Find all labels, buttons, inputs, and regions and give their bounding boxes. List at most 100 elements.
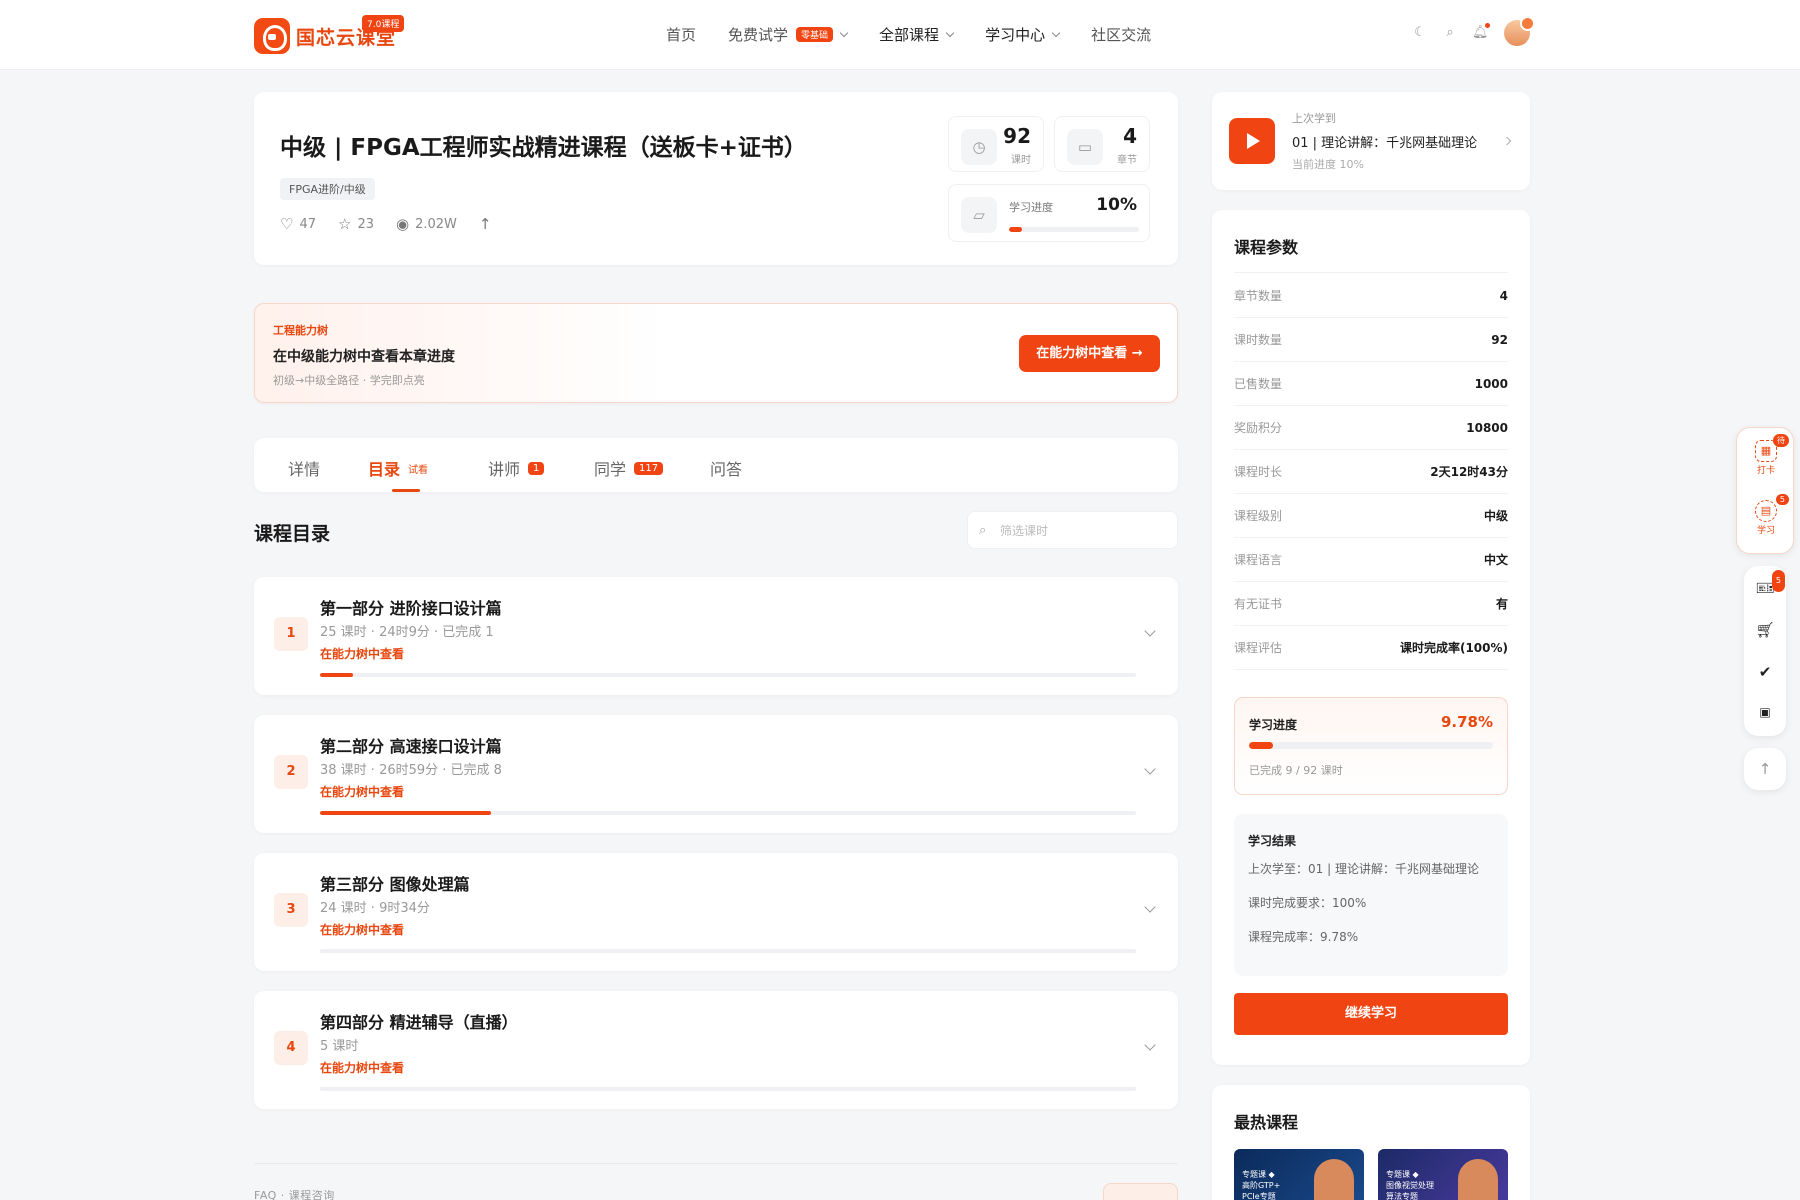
tab-instructor[interactable]: 讲师 1 — [488, 456, 545, 480]
tab-qa[interactable]: 问答 — [710, 456, 742, 480]
hot-courses-card: 最热课程 专题课 ◆ 高阶GTP+ PCIe专题 专题课 ◆ 图像视觉处理 算法… — [1212, 1085, 1530, 1200]
param-value: 92 — [1491, 332, 1508, 347]
site-logo[interactable]: 国芯云课堂 7.0课程 — [254, 15, 405, 56]
play-icon[interactable] — [1229, 118, 1275, 164]
nav-learning-center[interactable]: 学习中心 — [985, 24, 1061, 45]
moon-icon[interactable]: ☾ — [1412, 25, 1428, 41]
view-ability-tree-button[interactable]: 在能力树中查看 → — [1019, 335, 1160, 372]
chevron-down-icon — [945, 28, 955, 37]
chevron-down-icon — [839, 28, 849, 37]
chevron-down-icon[interactable] — [1144, 625, 1156, 637]
heart-icon: ♡ — [280, 215, 294, 233]
chevron-down-icon[interactable] — [1144, 763, 1156, 775]
tab-details[interactable]: 详情 — [288, 456, 320, 480]
view-ability-tree-link[interactable]: 在能力树中查看 — [320, 783, 404, 800]
lesson-filter-input[interactable] — [1000, 521, 1170, 541]
divider — [254, 1163, 1178, 1164]
last-learned-progress: 当前进度 10% — [1292, 158, 1364, 171]
param-value: 2天12时43分 — [1430, 465, 1508, 479]
param-key: 已售数量 — [1234, 377, 1283, 391]
like-button[interactable]: ♡ 47 — [280, 215, 316, 233]
param-row: 奖励积分 10800 — [1234, 406, 1508, 450]
chapter-progress-bar — [320, 1087, 1136, 1091]
hot-course-thumbnail[interactable]: 专题课 ◆ 高阶GTP+ PCIe专题 — [1234, 1149, 1364, 1200]
chapter-item[interactable]: 4 第四部分 精进辅导（直播） 5 课时 在能力树中查看 — [254, 991, 1178, 1109]
search-icon: ⌕ — [979, 523, 987, 538]
param-key: 课程级别 — [1234, 509, 1283, 523]
verified-icon[interactable]: ✔ — [1755, 662, 1775, 682]
tab-trial-label: 试看 — [408, 464, 429, 476]
qrcode-icon[interactable]: ▣ — [1755, 702, 1775, 722]
avatar[interactable] — [1504, 16, 1535, 46]
param-value: 中级 — [1483, 509, 1508, 523]
nav-community[interactable]: 社区交流 — [1091, 24, 1151, 45]
last-learned-card[interactable]: 上次学到 01 | 理论讲解：千兆网基础理论 当前进度 10% — [1212, 92, 1530, 190]
param-key: 奖励积分 — [1234, 421, 1283, 435]
param-value: 有 — [1495, 597, 1508, 611]
chevron-down-icon[interactable] — [1144, 1039, 1156, 1051]
top-navbar: 国芯云课堂 7.0课程 首页 免费试学 零基础 全部课程 学习中心 社区交流 ☾ … — [0, 0, 1800, 70]
chevron-down-icon — [1051, 28, 1061, 37]
notebook-icon: ▤ — [1755, 500, 1777, 522]
param-value: 4 — [1499, 288, 1508, 303]
chapter-item[interactable]: 2 第二部分 高速接口设计篇 38 课时 · 26时59分 · 已完成 8 在能力树中… — [254, 715, 1178, 833]
param-value: 中文 — [1483, 553, 1508, 567]
param-row: 课程语言 中文 — [1234, 538, 1508, 582]
search-icon[interactable]: ⌕ — [1442, 25, 1458, 41]
course-title: 中级 | FPGA工程师实战精进课程（送板卡+证书） — [280, 135, 807, 161]
view-ability-tree-link[interactable]: 在能力树中查看 — [320, 645, 404, 662]
last-learned-title: 01 | 理论讲解：千兆网基础理论 — [1292, 136, 1478, 151]
chapter-title: 第三部分 图像处理篇 — [320, 875, 470, 894]
chapter-meta: 38 课时 · 26时59分 · 已完成 8 — [320, 763, 502, 778]
nav-all-courses[interactable]: 全部课程 — [879, 24, 955, 45]
share-button[interactable]: ↑ — [479, 215, 492, 233]
continue-learning-button[interactable]: 继续学习 — [1234, 993, 1508, 1035]
divider — [1234, 272, 1508, 273]
chapter-item[interactable]: 3 第三部分 图像处理篇 24 课时 · 9时34分 在能力树中查看 — [254, 853, 1178, 971]
tab-catalog[interactable]: 目录 试看 — [368, 456, 428, 480]
param-row: 已售数量 1000 — [1234, 362, 1508, 406]
tab-classmates[interactable]: 同学 117 — [594, 456, 664, 480]
view-ability-tree-link[interactable]: 在能力树中查看 — [320, 921, 404, 938]
bell-icon[interactable]: 🔔︎ — [1472, 23, 1490, 41]
active-tab-indicator — [392, 489, 420, 492]
learning-progress-value: 9.78% — [1440, 713, 1493, 731]
ticket-icon[interactable]: 🎫︎ 5 — [1755, 570, 1785, 598]
chapter-meta: 24 课时 · 9时34分 — [320, 901, 430, 916]
progress-fill — [1009, 227, 1022, 232]
study-button[interactable]: ▤ 学习 5 — [1749, 494, 1789, 542]
result-line: 课程完成率：9.78% — [1248, 930, 1359, 944]
chapter-title: 第四部分 精进辅导（直播） — [320, 1013, 518, 1032]
course-tag[interactable]: FPGA进阶/中级 — [280, 178, 375, 200]
faq-label: FAQ · 课程咨询 — [254, 1189, 335, 1200]
ability-title: 在中级能力树中查看本章进度 — [273, 349, 455, 365]
notification-dot — [1485, 23, 1490, 28]
view-ability-tree-link[interactable]: 在能力树中查看 — [320, 1059, 404, 1076]
checkin-button[interactable]: ▦ 打卡 待 — [1749, 434, 1789, 482]
course-tabs: 详情 目录 试看 讲师 1 同学 117 问答 — [254, 438, 1178, 492]
param-row: 有无证书 有 — [1234, 582, 1508, 626]
tab-badge: 117 — [634, 461, 664, 475]
favorite-button[interactable]: ☆ 23 — [338, 215, 374, 233]
cart-icon[interactable]: 🛒︎ — [1755, 620, 1775, 640]
presentation-icon: ▱ — [961, 197, 997, 233]
chapter-title: 第二部分 高速接口设计篇 — [320, 737, 502, 756]
chapter-item[interactable]: 1 第一部分 进阶接口设计篇 25 课时 · 24时9分 · 已完成 1 在能力树中查… — [254, 577, 1178, 695]
param-value: 课时完成率(100%) — [1399, 641, 1508, 655]
hot-courses-title: 最热课程 — [1234, 1113, 1299, 1132]
nav-home[interactable]: 首页 — [666, 24, 696, 45]
param-row: 课程级别 中级 — [1234, 494, 1508, 538]
chapter-progress-bar — [320, 811, 1136, 815]
lesson-filter: ⌕ — [967, 511, 1178, 549]
logo-version-badge: 7.0课程 — [362, 15, 405, 32]
nav-free-trial[interactable]: 免费试学 零基础 — [728, 24, 849, 45]
hot-course-thumbnail[interactable]: 专题课 ◆ 图像视觉处理 算法专题 — [1378, 1149, 1508, 1200]
ticket-badge: 5 — [1771, 570, 1785, 592]
faq-button[interactable] — [1103, 1183, 1178, 1200]
chevron-down-icon[interactable] — [1144, 901, 1156, 913]
course-header-card: 中级 | FPGA工程师实战精进课程（送板卡+证书） FPGA进阶/中级 ♡ 47… — [254, 92, 1178, 265]
progress-bar — [1009, 227, 1139, 232]
param-row: 课时数量 92 — [1234, 318, 1508, 362]
course-params-card: 课程参数 章节数量 4 课时数量 92 已售数量 1000 奖励积分 10800 课程时长 2天1… — [1212, 210, 1530, 1065]
back-to-top[interactable]: ↑ — [1744, 748, 1786, 790]
